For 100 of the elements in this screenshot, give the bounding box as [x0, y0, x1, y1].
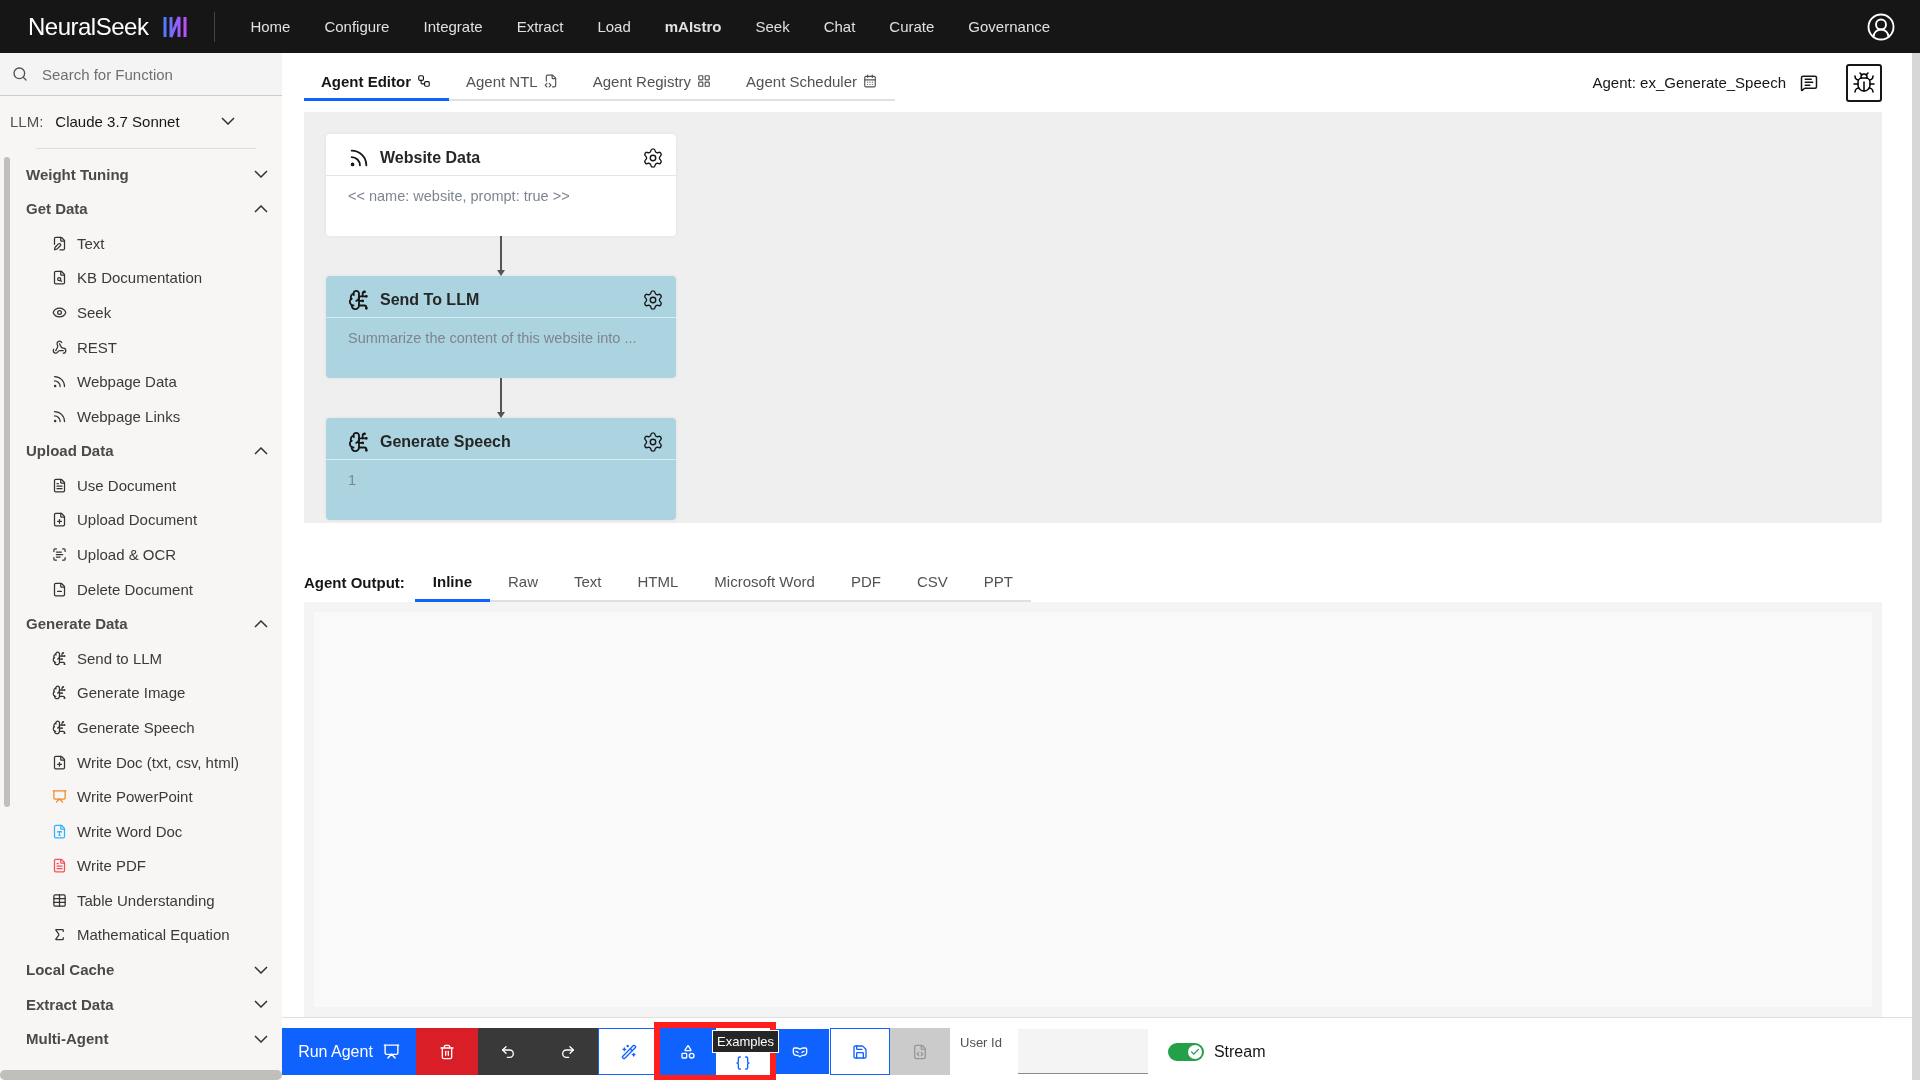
- connector-arrow: [496, 236, 506, 277]
- node-title: Website Data: [380, 148, 482, 167]
- function-label: Upload Document: [77, 511, 198, 529]
- stream-toggle[interactable]: [1167, 1042, 1204, 1061]
- rss-icon: [52, 374, 67, 390]
- function-item[interactable]: Use Document: [26, 468, 268, 503]
- llm-dropdown[interactable]: Claude 3.7 Sonnet: [55, 112, 236, 130]
- section-header[interactable]: Local Cache: [26, 952, 268, 987]
- document-icon: [52, 823, 67, 839]
- function-label: Webpage Data: [77, 373, 177, 391]
- nav-link[interactable]: Governance: [951, 18, 1068, 35]
- debug-button[interactable]: [1846, 63, 1882, 102]
- function-item[interactable]: Send to LLM: [26, 640, 268, 676]
- save-icon: [852, 1043, 868, 1060]
- function-item[interactable]: Webpage Data: [26, 364, 268, 399]
- user-icon[interactable]: [1866, 11, 1896, 42]
- function-item[interactable]: Mathematical Equation: [26, 917, 268, 953]
- function-label: REST: [77, 338, 117, 356]
- function-label: Write PowerPoint: [77, 788, 193, 806]
- nav-link[interactable]: mAIstro: [647, 18, 739, 35]
- node-title: Send To LLM: [380, 290, 481, 309]
- document-search-icon: [52, 270, 67, 286]
- function-item[interactable]: KB Documentation: [26, 260, 268, 296]
- section-header[interactable]: Multi-Agent: [26, 1021, 268, 1056]
- function-item[interactable]: Upload Document: [26, 502, 268, 538]
- editor-tab[interactable]: Agent NTL: [449, 64, 576, 101]
- redo-button[interactable]: [538, 1028, 598, 1076]
- calendar-icon: [863, 74, 878, 89]
- editor-tab[interactable]: Agent Scheduler: [729, 64, 896, 101]
- nav-link[interactable]: Seek: [738, 18, 807, 35]
- user-id-field[interactable]: [1017, 1029, 1148, 1075]
- function-item[interactable]: Write PDF: [26, 848, 268, 884]
- node-text: << name: website, prompt: true >>: [347, 187, 570, 205]
- output-tab[interactable]: PPT: [965, 573, 1031, 603]
- output-label: Agent Output:: [304, 574, 405, 592]
- section-header[interactable]: Get Data: [26, 191, 268, 226]
- function-item[interactable]: Seek: [26, 295, 268, 330]
- brain-circuit-icon: [52, 719, 67, 735]
- settings-icon[interactable]: [642, 288, 664, 311]
- output-tab[interactable]: Raw: [490, 573, 556, 603]
- function-item[interactable]: Text: [26, 226, 268, 261]
- nav-link[interactable]: Chat: [806, 18, 873, 35]
- function-item[interactable]: Upload & OCR: [26, 537, 268, 572]
- nav-link[interactable]: Load: [580, 18, 648, 35]
- search-field[interactable]: Search for Function: [40, 64, 270, 84]
- function-label: Mathematical Equation: [77, 926, 230, 944]
- tooltip: Examples: [712, 1030, 780, 1054]
- section-header[interactable]: Weight Tuning: [26, 157, 268, 192]
- function-label: Use Document: [77, 476, 177, 494]
- brain-circuit-icon: [348, 288, 370, 311]
- presentation-icon: [382, 1043, 400, 1061]
- function-item[interactable]: Write PowerPoint: [26, 779, 268, 814]
- nav-link[interactable]: Curate: [872, 18, 952, 35]
- editor-tab[interactable]: Agent Editor: [304, 64, 449, 101]
- function-label: Upload & OCR: [77, 546, 177, 564]
- function-item[interactable]: Webpage Links: [26, 398, 268, 434]
- settings-icon[interactable]: [642, 146, 664, 169]
- nav-link[interactable]: Configure: [307, 18, 407, 35]
- output-tab[interactable]: Microsoft Word: [696, 573, 833, 603]
- nav-link[interactable]: Home: [233, 18, 308, 35]
- function-item[interactable]: Write Doc (txt, csv, html): [26, 744, 268, 780]
- output-tab[interactable]: PDF: [832, 573, 899, 603]
- flow-node[interactable]: Send To LLM Summarize the content of this website into ...: [326, 276, 676, 379]
- delete-button[interactable]: [416, 1028, 478, 1076]
- chevron-down-icon: [221, 117, 236, 125]
- connector-arrow: [496, 378, 506, 419]
- function-label: Write Doc (txt, csv, html): [77, 753, 239, 771]
- workflow-icon: [417, 74, 431, 89]
- settings-icon[interactable]: [642, 430, 664, 453]
- undo-button[interactable]: [478, 1028, 538, 1076]
- user-id-label: User Id: [960, 1035, 1002, 1051]
- nav-link[interactable]: Extract: [499, 18, 581, 35]
- function-item[interactable]: Generate Speech: [26, 710, 268, 745]
- section-header[interactable]: Generate Data: [26, 606, 268, 641]
- section-header[interactable]: Extract Data: [26, 986, 268, 1022]
- function-item[interactable]: REST: [26, 329, 268, 365]
- function-item[interactable]: Table Understanding: [26, 883, 268, 918]
- document-icon: [52, 858, 67, 874]
- function-item[interactable]: Delete Document: [26, 571, 268, 607]
- run-agent-button[interactable]: Run Agent: [282, 1028, 416, 1076]
- examples-button[interactable]: [660, 1028, 716, 1076]
- flow-node[interactable]: Website Data << name: website, prompt: true >>: [326, 134, 676, 237]
- brain-circuit-icon: [52, 685, 67, 701]
- save-button[interactable]: [830, 1028, 890, 1076]
- output-tab[interactable]: Text: [556, 573, 620, 603]
- node-text: Summarize the content of this website into ...: [347, 329, 637, 347]
- rss-icon: [52, 408, 67, 424]
- nav-link[interactable]: Integrate: [406, 18, 500, 35]
- scrollbar[interactable]: [0, 1070, 282, 1080]
- chevron-down-icon: [254, 1034, 268, 1043]
- section-header[interactable]: Upload Data: [26, 433, 268, 469]
- function-item[interactable]: Generate Image: [26, 675, 268, 711]
- llm-label: LLM:: [10, 112, 44, 130]
- chevron-up-icon: [254, 446, 268, 455]
- editor-tab[interactable]: Agent Registry: [575, 64, 730, 101]
- output-tab[interactable]: HTML: [619, 573, 697, 603]
- output-tab[interactable]: CSV: [898, 573, 966, 603]
- scrollbar[interactable]: [4, 157, 10, 807]
- flow-node[interactable]: Generate Speech 1: [326, 418, 676, 521]
- function-item[interactable]: Write Word Doc: [26, 813, 268, 849]
